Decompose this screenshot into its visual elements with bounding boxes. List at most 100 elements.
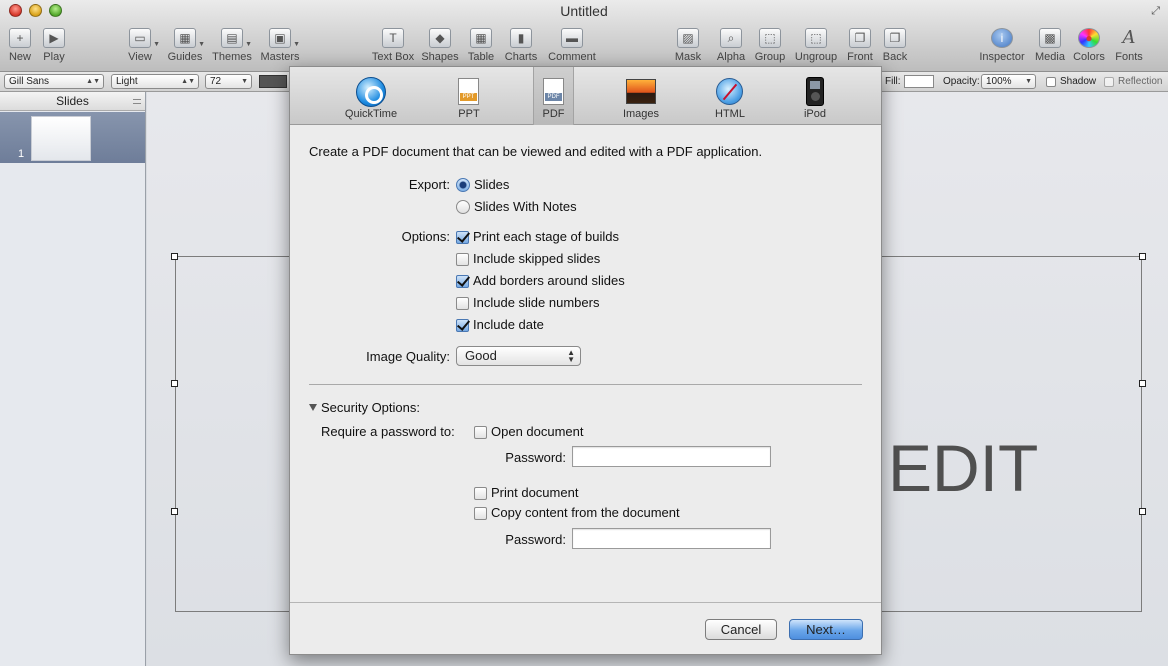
include-date-checkbox[interactable]: Include date — [456, 317, 544, 332]
comment-button[interactable]: ▬ Comment — [544, 28, 600, 63]
back-button-label: Back — [882, 51, 908, 63]
open-document-label: Open document — [491, 424, 584, 439]
security-options-disclosure[interactable]: Security Options: — [309, 400, 420, 415]
text-color-well[interactable] — [259, 75, 287, 88]
tab-html[interactable]: HTML — [703, 67, 757, 125]
disclosure-triangle-icon[interactable] — [309, 404, 317, 411]
add-borders-checkbox[interactable]: Add borders around slides — [456, 273, 625, 288]
masters-icon: ▣ ▼ — [269, 28, 300, 48]
print-document-checkbox[interactable]: Print document — [474, 485, 578, 500]
view-icon: ▭ ▼ — [129, 28, 160, 48]
export-slides-with-notes-radio[interactable]: Slides With Notes — [456, 199, 577, 214]
resize-handle[interactable] — [1139, 253, 1146, 260]
checkbox-checked[interactable] — [456, 275, 469, 288]
checkbox[interactable] — [456, 253, 469, 266]
charts-icon: ▮ — [510, 28, 532, 48]
checkbox-checked[interactable] — [456, 231, 469, 244]
font-size-field[interactable]: 72 ▼ — [205, 74, 252, 89]
dropdown-arrow-icon: ▼ — [245, 41, 252, 48]
resize-handle[interactable] — [171, 253, 178, 260]
charts-button[interactable]: ▮ Charts — [493, 28, 549, 63]
permissions-password-field[interactable] — [572, 528, 771, 549]
image-quality-select[interactable]: Good ▲ ▼ — [456, 346, 581, 366]
tab-quicktime[interactable]: QuickTime — [330, 67, 412, 125]
play-icon: ▶ — [43, 28, 65, 48]
export-description: Create a PDF document that can be viewed… — [309, 144, 763, 159]
include-skipped-checkbox[interactable]: Include skipped slides — [456, 251, 600, 266]
media-icon: ▩ — [1039, 28, 1061, 48]
font-family-select[interactable]: Gill Sans ▲▼ — [4, 74, 104, 89]
tab-ipod[interactable]: iPod — [789, 67, 841, 125]
opacity-field[interactable]: 100% ▼ — [981, 74, 1036, 89]
checkbox[interactable] — [474, 487, 487, 500]
radio-button[interactable] — [456, 200, 470, 214]
pdf-icon: PDF — [543, 78, 564, 105]
play-button[interactable]: ▶ Play — [26, 28, 82, 63]
checkbox[interactable] — [474, 426, 487, 439]
include-slide-numbers-checkbox[interactable]: Include slide numbers — [456, 295, 599, 310]
export-label: Export: — [408, 177, 450, 192]
open-document-checkbox[interactable]: Open document — [474, 424, 584, 439]
export-slides-radio[interactable]: Slides — [456, 177, 509, 192]
table-icon: ▦ — [470, 28, 492, 48]
text-box-icon: T — [382, 28, 404, 48]
radio-button-selected[interactable] — [456, 178, 470, 192]
require-password-label: Require a password to: — [321, 424, 455, 439]
comment-button-label: Comment — [548, 51, 596, 63]
print-document-label: Print document — [491, 485, 579, 500]
checkbox[interactable] — [474, 507, 487, 520]
shadow-checkbox[interactable] — [1046, 77, 1056, 87]
footer-divider — [290, 602, 881, 603]
resize-handle[interactable] — [171, 508, 178, 515]
fonts-button[interactable]: A Fonts — [1101, 28, 1157, 63]
slide-thumbnail-row[interactable]: 1 — [0, 112, 145, 163]
export-pdf-sheet: QuickTime PPT PPT PDF PDF Images HTML iP… — [289, 66, 882, 655]
fill-color-well[interactable] — [904, 75, 934, 88]
slides-sidebar: Slides 1 — [0, 92, 146, 666]
tab-images[interactable]: Images — [613, 67, 669, 125]
image-quality-value: Good — [465, 348, 497, 363]
fullscreen-icon[interactable]: ⤢ — [1151, 5, 1160, 18]
export-slides-label: Slides — [474, 177, 510, 192]
opacity-value: 100% — [986, 76, 1012, 87]
image-quality-label: Image Quality: — [366, 349, 450, 364]
font-style-select[interactable]: Light ▲▼ — [111, 74, 199, 89]
cancel-button[interactable]: Cancel — [705, 619, 777, 640]
slide-thumbnail[interactable] — [31, 116, 91, 161]
resize-handle[interactable] — [1139, 508, 1146, 515]
resize-handle[interactable] — [171, 380, 178, 387]
include-date-label: Include date — [473, 317, 544, 332]
alpha-icon: ⌕ — [720, 28, 742, 48]
masters-button[interactable]: ▣ ▼ Masters — [252, 28, 308, 63]
mask-icon: ▨ — [677, 28, 699, 48]
title-placeholder-edit[interactable]: EDIT — [888, 430, 1038, 506]
font-style-value: Light — [116, 76, 138, 87]
print-builds-checkbox[interactable]: Print each stage of builds — [456, 229, 619, 244]
next-button[interactable]: Next… — [789, 619, 863, 640]
play-button-label: Play — [43, 51, 65, 63]
fill-label: Fill: — [885, 76, 901, 87]
copy-content-checkbox[interactable]: Copy content from the document — [474, 505, 680, 520]
sidebar-resize-grip-icon[interactable] — [133, 99, 141, 104]
tab-ppt[interactable]: PPT PPT — [440, 67, 498, 125]
back-button[interactable]: ❐ Back — [867, 28, 923, 63]
window-toolbar: Untitled ⤢ + New ▶ Play ▭ ▼ View ▦ ▼ Guides ▤ ▼ Them… — [0, 0, 1168, 72]
tab-ppt-label: PPT — [458, 108, 480, 120]
comment-icon: ▬ — [561, 28, 583, 48]
popup-arrows-icon: ▲ ▼ — [567, 348, 575, 364]
tab-quicktime-label: QuickTime — [344, 108, 398, 120]
opacity-label: Opacity: — [943, 76, 980, 87]
tab-pdf[interactable]: PDF PDF — [533, 67, 574, 125]
section-divider — [309, 384, 862, 385]
checkbox-checked[interactable] — [456, 319, 469, 332]
tab-ipod-label: iPod — [803, 108, 827, 120]
checkbox[interactable] — [456, 297, 469, 310]
reflection-checkbox[interactable] — [1104, 77, 1114, 87]
open-password-label: Password: — [505, 450, 566, 465]
font-size-value: 72 — [210, 76, 222, 87]
resize-handle[interactable] — [1139, 380, 1146, 387]
tab-pdf-label: PDF — [542, 108, 565, 120]
colors-icon: ● — [1078, 28, 1100, 48]
open-password-field[interactable] — [572, 446, 771, 467]
include-slide-numbers-label: Include slide numbers — [473, 295, 600, 310]
